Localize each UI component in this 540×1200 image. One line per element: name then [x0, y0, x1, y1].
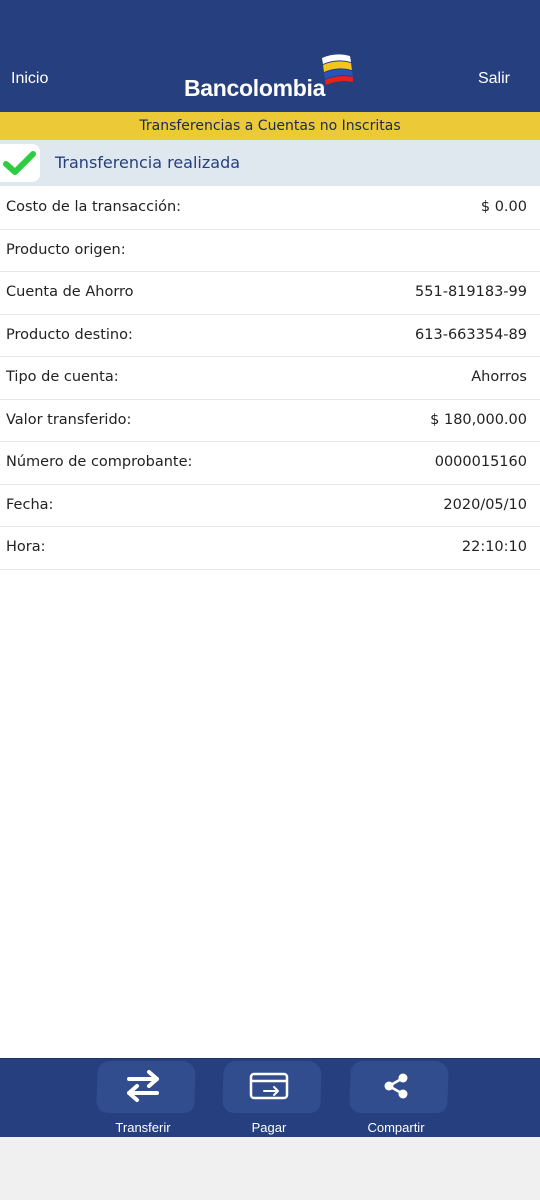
share-icon	[346, 1064, 446, 1108]
top-header: Inicio Bancolombia Salir	[0, 0, 540, 112]
success-status: Transferencia realizada	[0, 140, 540, 186]
detail-label: Producto destino:	[6, 326, 133, 343]
section-banner: Transferencias a Cuentas no Inscritas	[0, 112, 540, 140]
compartir-button[interactable]: Compartir	[346, 1059, 456, 1138]
detail-label: Número de comprobante:	[6, 454, 193, 470]
transaction-details: Costo de la transacción: $ 0.00 Producto…	[0, 187, 540, 570]
detail-row: Fecha: 2020/05/10	[0, 485, 540, 527]
pagar-button[interactable]: Pagar	[219, 1059, 329, 1138]
detail-label: Cuenta de Ahorro	[6, 284, 134, 300]
detail-value: $ 180,000.00	[430, 411, 527, 428]
transferir-button[interactable]: Transferir	[93, 1059, 203, 1138]
inicio-link[interactable]: Inicio	[11, 70, 48, 88]
card-pay-icon	[219, 1064, 319, 1108]
detail-label: Valor transferido:	[6, 411, 132, 428]
salir-link[interactable]: Salir	[478, 70, 510, 88]
detail-row: Valor transferido: $ 180,000.00	[0, 400, 540, 442]
detail-row: Producto destino: 613-663354-89	[0, 315, 540, 357]
compartir-label: Compartir	[367, 1120, 425, 1135]
detail-label: Tipo de cuenta:	[6, 369, 119, 385]
pagar-label: Pagar	[251, 1120, 287, 1135]
detail-value: 551-819183-99	[415, 284, 527, 300]
detail-value: 613-663354-89	[415, 326, 527, 343]
bottom-action-bar: Transferir Pagar Compartir	[0, 1058, 540, 1137]
app-screen: Inicio Bancolombia Salir Transferencias …	[0, 0, 540, 1137]
transferir-label: Transferir	[115, 1120, 171, 1135]
detail-label: Producto origen:	[6, 241, 126, 258]
detail-value: 2020/05/10	[443, 496, 527, 513]
transfer-arrows-icon	[93, 1064, 193, 1108]
brand-name: Bancolombia	[184, 75, 326, 101]
detail-row: Producto origen:	[0, 230, 540, 272]
detail-label: Hora:	[6, 539, 46, 555]
detail-value: Ahorros	[471, 369, 527, 385]
detail-value: 22:10:10	[461, 539, 527, 555]
brand-flag-icon	[322, 54, 353, 85]
check-icon	[0, 144, 40, 182]
detail-row: Costo de la transacción: $ 0.00	[0, 187, 540, 230]
detail-label: Costo de la transacción:	[6, 199, 182, 215]
detail-value: 0000015160	[434, 454, 527, 470]
bancolombia-logo: Bancolombia	[184, 52, 359, 102]
detail-row: Hora: 22:10:10	[0, 527, 540, 570]
detail-value: $ 0.00	[480, 199, 527, 215]
detail-row: Tipo de cuenta: Ahorros	[0, 357, 540, 400]
detail-row: Cuenta de Ahorro 551-819183-99	[0, 272, 540, 315]
detail-label: Fecha:	[6, 496, 54, 513]
status-text: Transferencia realizada	[55, 153, 241, 172]
detail-row: Número de comprobante: 0000015160	[0, 442, 540, 485]
